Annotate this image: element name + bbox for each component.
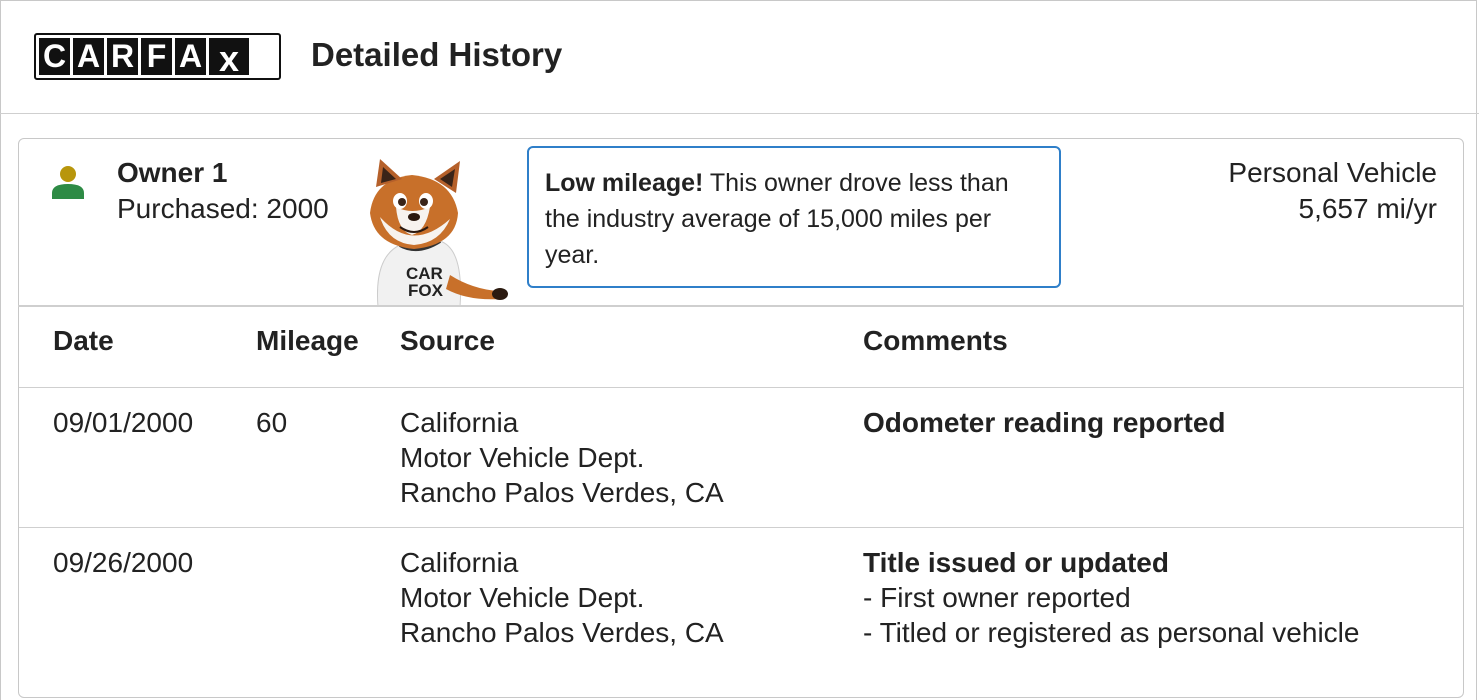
logo-letter: F: [141, 38, 172, 75]
logo-letter: R: [107, 38, 138, 75]
row-date: 09/26/2000: [53, 547, 194, 578]
source-line: California: [400, 547, 519, 578]
owner-purchase-year: Purchased: 2000: [117, 193, 329, 224]
source-line: California: [400, 407, 519, 438]
row-comments: Odometer reading reported: [863, 405, 1226, 440]
owner-name: Owner 1: [117, 157, 228, 188]
logo-letter: C: [39, 38, 70, 75]
notice-highlight: Low mileage!: [545, 169, 704, 197]
comment-line: - First owner reported: [863, 582, 1131, 613]
column-header-mileage: Mileage: [256, 325, 359, 356]
low-mileage-notice: Low mileage! This owner drove less than …: [527, 146, 1061, 288]
person-icon: [52, 166, 84, 199]
table-divider: [19, 387, 1463, 388]
source-line: Motor Vehicle Dept.: [400, 442, 645, 473]
table-divider: [18, 305, 1464, 307]
page-title: Detailed History: [311, 36, 563, 73]
miles-per-year: 5,657 mi/yr: [1298, 193, 1438, 224]
logo-letter: A: [73, 38, 104, 75]
comment-line: - Titled or registered as personal vehic…: [863, 617, 1360, 648]
logo-letter: x: [209, 38, 249, 76]
row-source: California Motor Vehicle Dept. Rancho Pa…: [400, 545, 724, 650]
column-header-comments: Comments: [863, 325, 1008, 356]
row-mileage: 60: [256, 407, 288, 438]
row-comments: Title issued or updated - First owner re…: [863, 545, 1359, 650]
column-header-date: Date: [53, 325, 114, 356]
row-date: 09/01/2000: [53, 407, 194, 438]
row-source: California Motor Vehicle Dept. Rancho Pa…: [400, 405, 724, 510]
vehicle-type: Personal Vehicle: [1228, 157, 1437, 188]
source-line: Rancho Palos Verdes, CA: [400, 477, 724, 508]
column-header-source: Source: [400, 325, 495, 356]
svg-text:FOX: FOX: [408, 281, 444, 300]
page-header: C A R F A x Detailed History: [0, 0, 1479, 114]
carfox-mascot-image: CAR FOX: [370, 159, 508, 307]
carfax-logo: C A R F A x: [34, 33, 281, 80]
source-line: Motor Vehicle Dept.: [400, 582, 645, 613]
comment-title: Odometer reading reported: [863, 407, 1226, 438]
source-line: Rancho Palos Verdes, CA: [400, 617, 724, 648]
logo-letter: A: [175, 38, 206, 75]
comment-title: Title issued or updated: [863, 547, 1169, 578]
table-divider: [19, 527, 1463, 528]
